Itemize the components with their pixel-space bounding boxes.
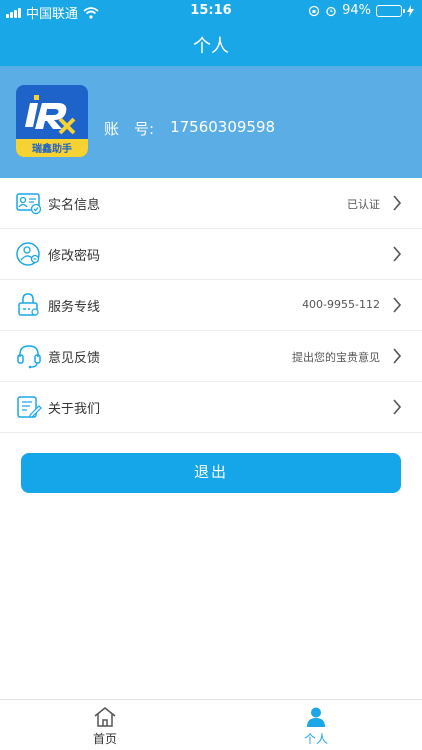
person-icon: [307, 707, 325, 727]
menu-item-label: 实名信息: [48, 198, 101, 213]
menu-item-service-line[interactable]: 服务专线 400-9955-112: [0, 280, 422, 331]
status-right: 94%: [308, 3, 414, 18]
chevron-right-icon: [393, 399, 402, 415]
chevron-right-icon: [393, 348, 402, 364]
account-value: 17560309598: [170, 118, 276, 136]
menu-item-label: 意见反馈: [48, 351, 101, 366]
logout-button[interactable]: 退出: [21, 453, 401, 493]
menu-item-change-password[interactable]: 修改密码: [0, 229, 422, 280]
phone-lock-icon: [18, 293, 39, 316]
account-info: 账 号: 17560309598: [104, 118, 275, 139]
menu-item-real-name[interactable]: 实名信息 已认证: [0, 178, 422, 229]
rotation-lock-icon: [308, 5, 320, 16]
tab-label: 首页: [92, 732, 117, 746]
alarm-icon: [326, 6, 336, 16]
chevron-right-icon: [393, 297, 402, 313]
profile-header: 瑞鑫助手 账 号: 17560309598: [0, 66, 422, 178]
menu-item-value: 400-9955-112: [302, 298, 380, 311]
status-bar: 中国联通 15:16 94%: [0, 0, 422, 22]
home-icon: [94, 707, 116, 727]
page-title: 个人: [193, 36, 229, 57]
account-label: 账 号:: [104, 120, 155, 138]
rx-logo-icon: [25, 95, 76, 135]
menu-item-value: 提出您的宝贵意见: [292, 351, 380, 364]
tab-personal[interactable]: 个人: [286, 706, 346, 747]
logo-text: 瑞鑫助手: [32, 144, 72, 155]
menu-item-label: 关于我们: [48, 402, 101, 417]
menu-item-value: 已认证: [347, 198, 380, 211]
id-card-icon: [16, 193, 42, 215]
menu-item-feedback[interactable]: 意见反馈 提出您的宝贵意见: [0, 331, 422, 382]
menu-item-label: 服务专线: [48, 300, 101, 315]
battery-percent: 94%: [342, 3, 371, 18]
tab-home[interactable]: 首页: [75, 706, 135, 747]
menu-item-about-us[interactable]: 关于我们: [0, 382, 422, 433]
tab-bar: 首页 个人: [0, 699, 422, 750]
user-key-icon: [16, 242, 40, 266]
app-logo: 瑞鑫助手: [16, 85, 88, 157]
chevron-right-icon: [393, 195, 402, 211]
menu-list: 实名信息 已认证 修改密码 服务专线 400-9955-112 意见反馈 提出您…: [0, 178, 422, 433]
headset-icon: [17, 345, 41, 369]
nav-bar: 个人: [0, 22, 422, 66]
document-edit-icon: [17, 396, 42, 418]
battery-icon: [376, 4, 405, 17]
tab-label: 个人: [303, 732, 328, 746]
charging-icon: [407, 4, 414, 17]
chevron-right-icon: [393, 246, 402, 262]
menu-item-label: 修改密码: [48, 249, 101, 264]
